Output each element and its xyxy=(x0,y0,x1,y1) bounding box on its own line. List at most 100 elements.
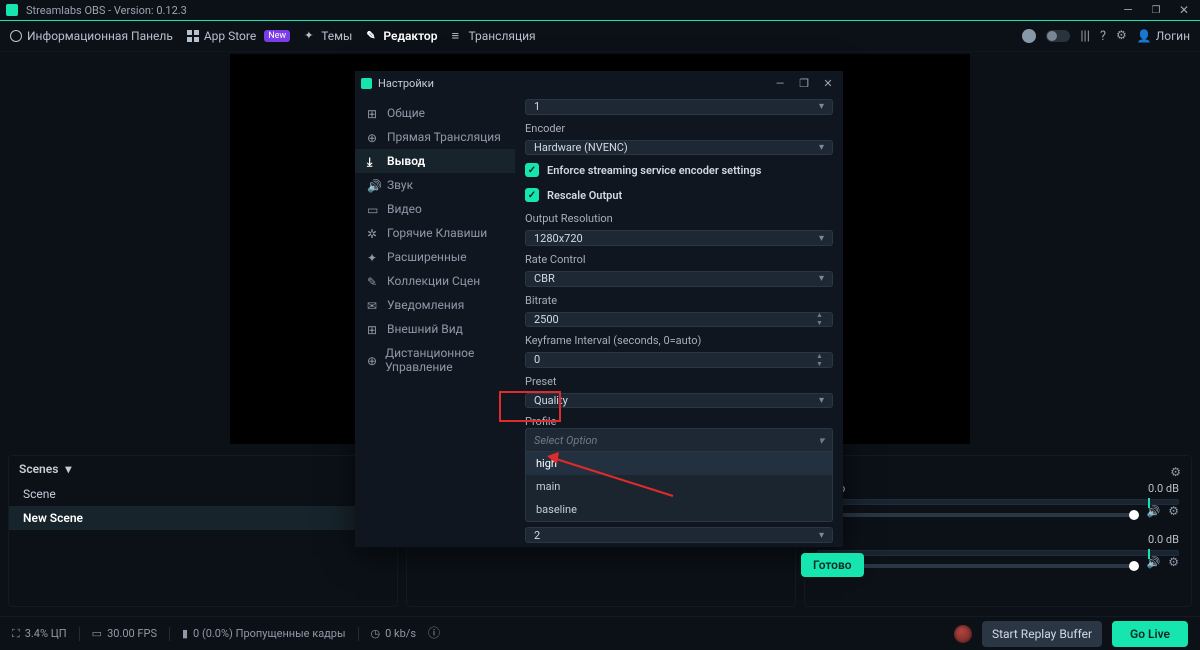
spinner-icon[interactable]: ▲▼ xyxy=(816,355,828,365)
settings-tab-remote[interactable]: ⊕Дистанционное Управление xyxy=(355,341,515,379)
track-value: 1 xyxy=(534,100,540,113)
bitrate-label: Bitrate xyxy=(525,294,833,307)
settings-tab-collections[interactable]: ✎Коллекции Сцен xyxy=(355,269,515,293)
scene-item[interactable]: New Scene xyxy=(9,506,397,530)
close-button[interactable]: ✕ xyxy=(1174,3,1194,17)
collections-icon: ✎ xyxy=(367,275,379,287)
settings-tab-stream[interactable]: ⊕Прямая Трансляция xyxy=(355,125,515,149)
track-settings-icon[interactable] xyxy=(1168,556,1179,570)
settings-close-button[interactable]: ✕ xyxy=(819,77,837,90)
themes-icon xyxy=(304,30,316,42)
status-bar: ⛶ 3.4% ЦП ▭ 30.00 FPS ▮ 0 (0.0%) Пропуще… xyxy=(0,616,1200,650)
advanced-icon: ✦ xyxy=(367,251,379,263)
settings-tab-advanced[interactable]: ✦Расширенные xyxy=(355,245,515,269)
checkbox-checked-icon: ✓ xyxy=(525,163,539,177)
nav-editor[interactable]: Редактор xyxy=(366,29,437,43)
appearance-icon: ⊞ xyxy=(367,323,379,335)
replay-buffer-button[interactable]: Start Replay Buffer xyxy=(982,621,1102,647)
slider-knob[interactable] xyxy=(1129,561,1139,571)
last-select[interactable]: 2 ▾ xyxy=(525,527,833,543)
nav-broadcast-label: Трансляция xyxy=(468,29,535,43)
avatar-icon[interactable] xyxy=(1022,29,1036,43)
chevron-down-icon: ▾ xyxy=(819,273,824,284)
track-settings-icon[interactable] xyxy=(1168,505,1179,519)
resolution-select[interactable]: 1280x720 ▾ xyxy=(525,230,833,246)
login-label: Логин xyxy=(1156,29,1190,43)
record-button[interactable] xyxy=(954,625,972,643)
mixer-settings-icon[interactable] xyxy=(1170,466,1181,480)
chevron-down-icon[interactable]: ▾ xyxy=(65,462,71,476)
settings-tab-general[interactable]: ⊞Общие xyxy=(355,101,515,125)
preset-label: Preset xyxy=(525,375,833,388)
mixer-track: Audio 0.0 dB 🔊 xyxy=(817,482,1179,519)
badge-new: New xyxy=(264,30,290,42)
bitrate-input[interactable]: 2500 ▲▼ xyxy=(525,312,833,328)
settings-maximize-button[interactable]: ❐ xyxy=(795,77,813,90)
settings-tab-appearance[interactable]: ⊞Внешний Вид xyxy=(355,317,515,341)
hotkeys-icon: ✲ xyxy=(367,227,379,239)
appstore-icon xyxy=(187,30,199,42)
profile-option-high[interactable]: high xyxy=(526,452,832,475)
keyframe-input[interactable]: 0 ▲▼ xyxy=(525,352,833,368)
done-button[interactable]: Готово xyxy=(801,553,864,577)
status-info-icon[interactable] xyxy=(428,625,440,642)
settings-tab-video[interactable]: ▭Видео xyxy=(355,197,515,221)
mixer-panel: Audio 0.0 dB 🔊 0.0 dB 🔊 xyxy=(804,455,1192,607)
minimize-button[interactable]: — xyxy=(1118,3,1138,17)
profile-option-main[interactable]: main xyxy=(526,475,832,498)
nav-editor-label: Редактор xyxy=(383,29,437,43)
encoder-select[interactable]: Hardware (NVENC) ▾ xyxy=(525,140,833,156)
audio-icon: 🔊 xyxy=(367,179,379,191)
status-cpu-label: 3.4% ЦП xyxy=(25,627,67,640)
settings-logo-icon xyxy=(361,78,372,89)
mixer-track-level: 0.0 dB xyxy=(1148,533,1179,546)
settings-tab-audio[interactable]: 🔊Звук xyxy=(355,173,515,197)
mixer-volume-slider[interactable] xyxy=(817,564,1133,568)
login-button[interactable]: 👤 Логин xyxy=(1137,29,1190,43)
mixer-volume-slider[interactable] xyxy=(817,513,1133,517)
settings-tab-label: Уведомления xyxy=(387,298,464,312)
general-icon: ⊞ xyxy=(367,107,379,119)
nav-appstore[interactable]: App Store New xyxy=(187,29,290,43)
window-title: Streamlabs OBS - Version: 0.12.3 xyxy=(26,4,187,17)
ratecontrol-value: CBR xyxy=(534,272,555,285)
settings-tab-hotkeys[interactable]: ✲Горячие Клавиши xyxy=(355,221,515,245)
profile-placeholder: Select Option xyxy=(534,434,597,447)
chevron-down-icon: ▾ xyxy=(819,142,824,153)
layout-toggle-icon[interactable]: ||| xyxy=(1080,29,1090,44)
night-mode-toggle[interactable] xyxy=(1046,30,1070,42)
settings-tab-output[interactable]: ⤓Вывод xyxy=(355,149,515,173)
settings-tab-notifications[interactable]: ✉Уведомления xyxy=(355,293,515,317)
scenes-panel: Scenes ▾ Scene New Scene xyxy=(8,455,398,607)
rescale-checkbox-row[interactable]: ✓ Rescale Output xyxy=(525,185,833,205)
remote-icon: ⊕ xyxy=(367,354,377,366)
preset-select[interactable]: Quality ▾ xyxy=(525,393,833,409)
settings-icon[interactable] xyxy=(1116,29,1127,44)
nav-dashboard[interactable]: Информационная Панель xyxy=(10,29,173,43)
slider-knob[interactable] xyxy=(1129,510,1139,520)
maximize-button[interactable]: ❐ xyxy=(1146,5,1166,16)
go-live-button[interactable]: Go Live xyxy=(1112,621,1188,647)
cpu-icon: ⛶ xyxy=(12,627,20,641)
help-icon[interactable]: ? xyxy=(1100,29,1106,44)
stream-icon: ⊕ xyxy=(367,131,379,143)
profile-dropdown-list: high main baseline xyxy=(525,452,833,522)
settings-sidebar: ⊞Общие ⊕Прямая Трансляция ⤓Вывод 🔊Звук ▭… xyxy=(355,95,515,547)
user-icon: 👤 xyxy=(1137,29,1152,43)
nav-broadcast[interactable]: Трансляция xyxy=(451,29,535,43)
profile-select[interactable]: Select Option ▾ xyxy=(525,428,833,452)
enforce-checkbox-row[interactable]: ✓ Enforce streaming service encoder sett… xyxy=(525,160,833,180)
settings-tab-label: Видео xyxy=(387,202,422,216)
dashboard-icon xyxy=(10,30,22,42)
scenes-panel-header: Scenes ▾ xyxy=(9,456,397,482)
nav-themes[interactable]: Темы xyxy=(304,29,352,43)
track-select[interactable]: 1 ▾ xyxy=(525,99,833,115)
status-fps: ▭ 30.00 FPS xyxy=(92,627,157,640)
settings-minimize-button[interactable]: — xyxy=(771,77,789,90)
spinner-icon[interactable]: ▲▼ xyxy=(816,315,828,325)
scene-item[interactable]: Scene xyxy=(9,482,397,506)
settings-title: Настройки xyxy=(378,77,434,90)
ratecontrol-select[interactable]: CBR ▾ xyxy=(525,271,833,287)
mixer-level-bar xyxy=(817,499,1179,505)
profile-option-baseline[interactable]: baseline xyxy=(526,498,832,521)
